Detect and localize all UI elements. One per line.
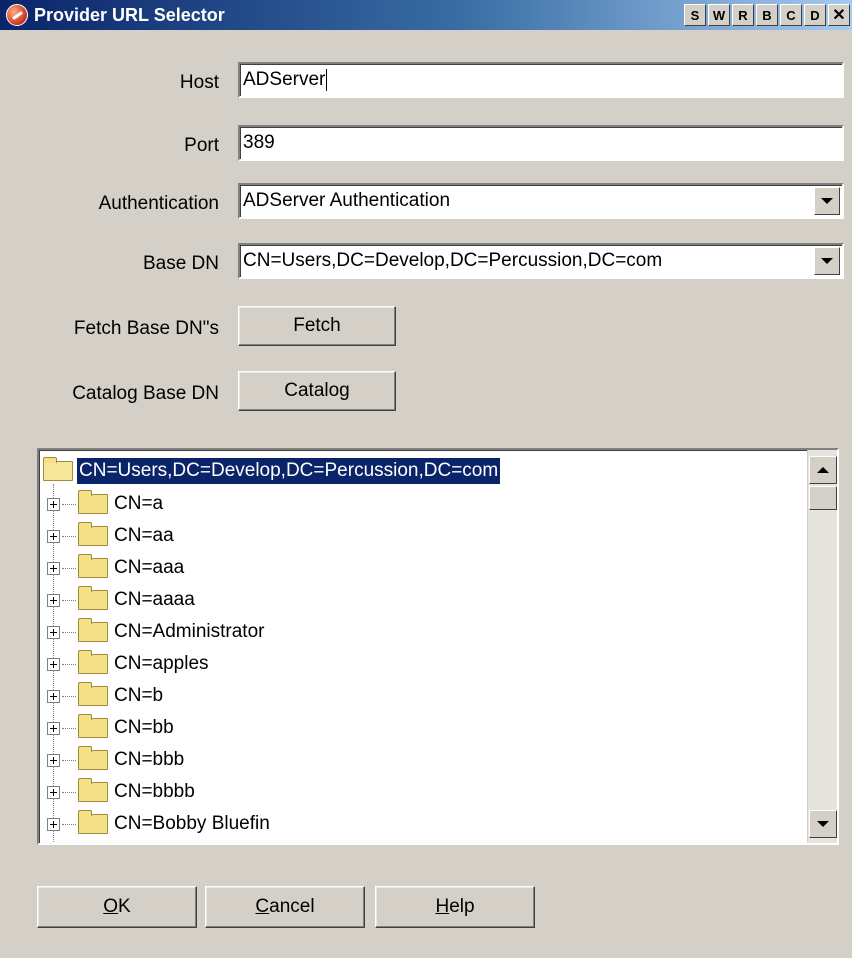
tree-node[interactable]: CN=aa — [43, 520, 174, 552]
title-bar[interactable]: Provider URL Selector S W R B C D ✕ — [0, 0, 852, 30]
plus-box-icon[interactable] — [47, 753, 60, 767]
tree-node[interactable]: CN=bb — [43, 712, 174, 744]
title-bar-buttons: S W R B C D ✕ — [684, 4, 850, 26]
tree-node-label: CN=b — [114, 685, 164, 706]
tree-node[interactable]: CN=b — [43, 680, 163, 712]
tree-vertical-scrollbar[interactable] — [807, 450, 837, 843]
tree-node-label: CN=aa — [114, 525, 174, 546]
folder-icon — [78, 554, 108, 578]
base-dn-label: Base DN — [142, 253, 219, 274]
title-button-w[interactable]: W — [708, 4, 730, 26]
scroll-down-icon[interactable] — [809, 810, 837, 838]
folder-icon — [78, 746, 108, 770]
plus-box-icon[interactable] — [47, 593, 60, 607]
chevron-down-icon[interactable] — [814, 247, 840, 275]
tree-node-label: CN=bb — [114, 717, 174, 738]
plus-box-icon[interactable] — [47, 529, 60, 543]
tree-root-node[interactable]: CN=Users,DC=Develop,DC=Percussion,DC=com — [43, 457, 501, 484]
folder-icon — [78, 586, 108, 610]
close-icon[interactable]: ✕ — [828, 4, 850, 26]
fetch-button[interactable]: Fetch — [238, 306, 396, 346]
folder-icon — [78, 810, 108, 834]
title-button-r[interactable]: R — [732, 4, 754, 26]
folder-icon — [78, 682, 108, 706]
plus-box-icon[interactable] — [47, 657, 60, 671]
title-button-s[interactable]: S — [684, 4, 706, 26]
cancel-label-rest: ancel — [269, 896, 315, 917]
help-mnemonic: H — [435, 896, 450, 917]
tree-node-label: CN=aaaa — [114, 589, 195, 610]
cancel-button[interactable]: Cancel — [205, 886, 365, 928]
plus-box-icon[interactable] — [47, 561, 60, 575]
host-input[interactable]: ADServer — [238, 62, 844, 98]
tree-node-label: CN=aaa — [114, 557, 185, 578]
title-button-d[interactable]: D — [804, 4, 826, 26]
tree-node[interactable]: CN=Bobby Bluefin — [43, 808, 270, 840]
tree-node-label: CN=Administrator — [114, 621, 265, 642]
plus-box-icon[interactable] — [47, 689, 60, 703]
folder-open-icon — [43, 457, 73, 481]
tree-node-label: CN=bbb — [114, 749, 185, 770]
tree-node-label: CN=bbbb — [114, 781, 195, 802]
base-dn-value: CN=Users,DC=Develop,DC=Percussion,DC=com — [243, 250, 663, 271]
folder-icon — [78, 650, 108, 674]
catalog-button[interactable]: Catalog — [238, 371, 396, 411]
text-caret — [326, 69, 328, 91]
tree-node[interactable]: CN=a — [43, 488, 163, 520]
tree-root-label: CN=Users,DC=Develop,DC=Percussion,DC=com — [77, 458, 501, 484]
ok-button[interactable]: OK — [37, 886, 197, 928]
plus-box-icon[interactable] — [47, 497, 60, 511]
ok-mnemonic: O — [103, 896, 119, 917]
folder-icon — [78, 778, 108, 802]
help-button[interactable]: Help — [375, 886, 535, 928]
tree-node[interactable]: CN=apples — [43, 648, 209, 680]
authentication-label: Authentication — [98, 193, 219, 214]
scroll-up-icon[interactable] — [809, 456, 837, 484]
folder-icon — [78, 522, 108, 546]
window-title: Provider URL Selector — [34, 4, 225, 25]
tree-node[interactable]: CN=bbbb — [43, 776, 195, 808]
folder-icon — [78, 618, 108, 642]
tree-node-label: CN=Bobby Bluefin — [114, 813, 270, 834]
tree-node[interactable]: CN=bbb — [43, 744, 184, 776]
chevron-down-icon[interactable] — [814, 187, 840, 215]
folder-icon — [78, 714, 108, 738]
base-dn-tree[interactable]: CN=Users,DC=Develop,DC=Percussion,DC=com… — [37, 448, 839, 845]
tree-node-label: CN=apples — [114, 653, 209, 674]
plus-box-icon[interactable] — [47, 817, 60, 831]
authentication-select[interactable]: ADServer Authentication — [238, 183, 844, 219]
tree-node[interactable]: CN=aaaa — [43, 584, 195, 616]
host-value: ADServer — [243, 69, 326, 90]
ok-label-rest: K — [118, 896, 131, 917]
host-label: Host — [179, 72, 219, 93]
port-label: Port — [184, 135, 219, 156]
tree-node[interactable]: CN=aaa — [43, 552, 184, 584]
plus-box-icon[interactable] — [47, 625, 60, 639]
cancel-mnemonic: C — [255, 896, 270, 917]
scrollbar-thumb[interactable] — [809, 486, 837, 510]
plus-box-icon[interactable] — [47, 785, 60, 799]
app-logo-icon — [6, 4, 28, 26]
base-dn-select[interactable]: CN=Users,DC=Develop,DC=Percussion,DC=com — [238, 243, 844, 279]
title-button-b[interactable]: B — [756, 4, 778, 26]
plus-box-icon[interactable] — [47, 721, 60, 735]
authentication-value: ADServer Authentication — [243, 190, 451, 211]
tree-node-label: CN=a — [114, 493, 164, 514]
catalog-label: Catalog Base DN — [72, 383, 219, 404]
title-button-c[interactable]: C — [780, 4, 802, 26]
help-label-rest: elp — [449, 896, 475, 917]
folder-icon — [78, 490, 108, 514]
fetch-label: Fetch Base DN"s — [73, 318, 219, 339]
port-input[interactable]: 389 — [238, 125, 844, 161]
port-value: 389 — [243, 132, 275, 153]
tree-node[interactable]: CN=Administrator — [43, 616, 264, 648]
